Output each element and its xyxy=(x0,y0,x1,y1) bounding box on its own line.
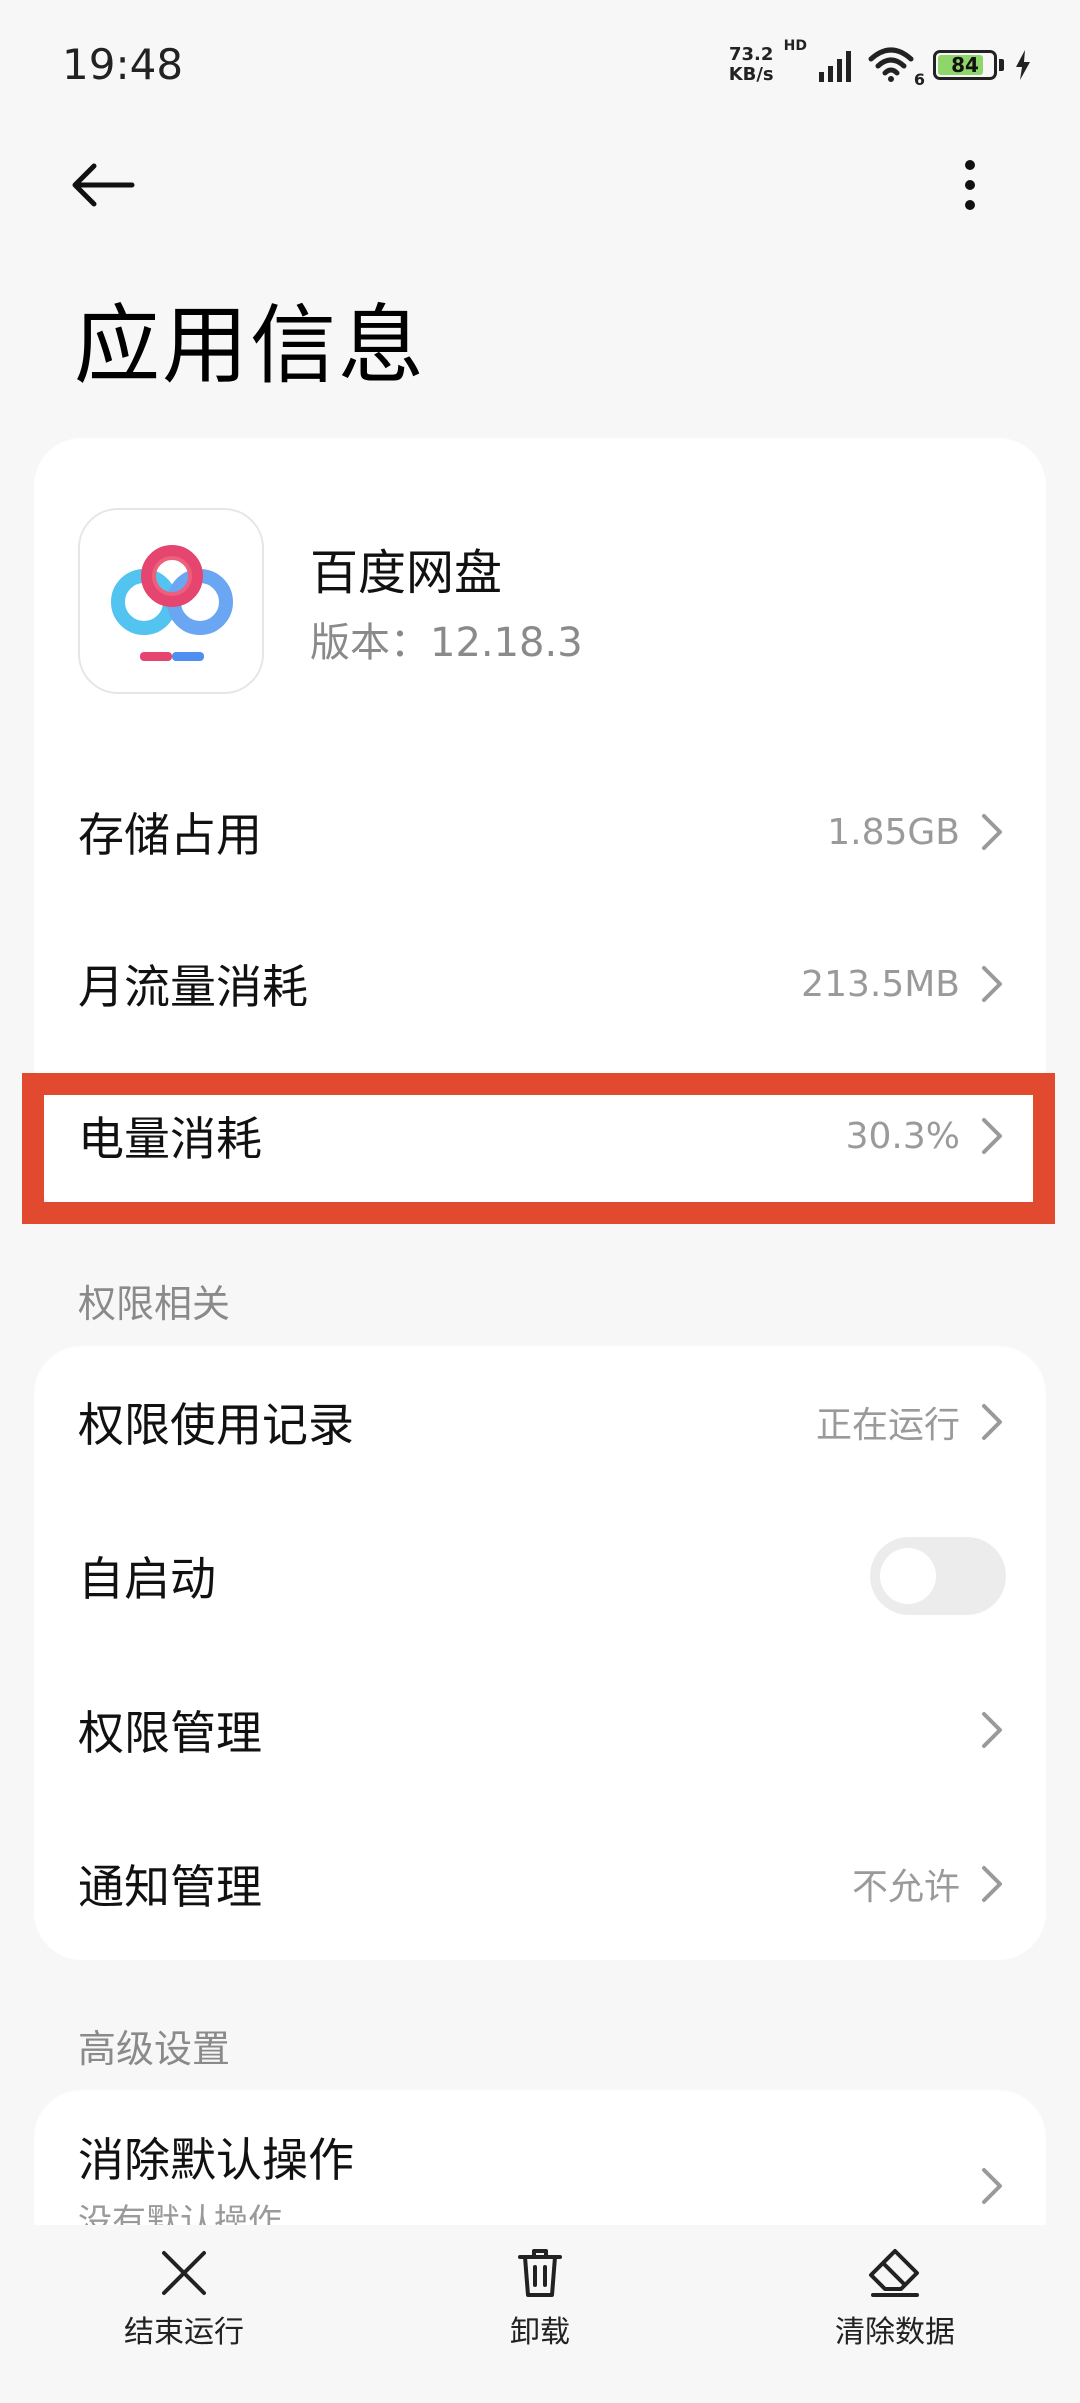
hd-label: HD xyxy=(783,38,807,54)
notification-manage-row[interactable]: 通知管理 不允许 xyxy=(34,1808,1046,1960)
chevron-right-icon xyxy=(982,1404,1002,1440)
uninstall-label: 卸载 xyxy=(510,2315,570,2350)
chevron-right-icon xyxy=(982,1118,1002,1154)
permission-usage-label: 权限使用记录 xyxy=(78,1398,354,1452)
close-icon xyxy=(162,2251,206,2295)
status-icons: 73.2 KB/s HD 6 84 xyxy=(729,38,1032,89)
advanced-section-title: 高级设置 xyxy=(78,2027,231,2071)
storage-label: 存储占用 xyxy=(78,808,262,862)
network-speed: 73.2 KB/s xyxy=(729,45,774,85)
app-name: 百度网盘 xyxy=(310,545,503,601)
page-title: 应用信息 xyxy=(74,296,426,396)
back-button[interactable] xyxy=(70,150,150,220)
wifi-icon: 6 xyxy=(867,45,925,89)
notification-manage-value: 不允许 xyxy=(851,1867,960,1908)
battery-usage-row[interactable]: 电量消耗 30.3% xyxy=(34,1060,1046,1212)
battery-icon: 84 xyxy=(933,50,997,80)
permission-manage-row[interactable]: 权限管理 xyxy=(34,1654,1046,1806)
notification-manage-label: 通知管理 xyxy=(78,1860,262,1914)
data-usage-value: 213.5MB xyxy=(801,963,960,1005)
back-arrow-icon xyxy=(72,163,135,207)
battery-cap xyxy=(999,59,1004,71)
clear-data-label: 清除数据 xyxy=(835,2315,955,2350)
data-usage-row[interactable]: 月流量消耗 213.5MB xyxy=(34,908,1046,1060)
permission-manage-label: 权限管理 xyxy=(78,1706,262,1760)
signal-icon xyxy=(819,51,851,82)
battery-usage-label: 电量消耗 xyxy=(78,1112,262,1166)
chevron-right-icon xyxy=(982,814,1002,850)
permission-usage-value: 正在运行 xyxy=(815,1405,960,1446)
wifi-standard-label: 6 xyxy=(913,70,925,89)
uninstall-button[interactable]: 卸载 xyxy=(430,2245,650,2351)
network-speed-unit: KB/s xyxy=(728,64,774,85)
autostart-label: 自启动 xyxy=(78,1552,216,1606)
network-speed-value: 73.2 xyxy=(728,44,774,65)
app-version: 版本：12.18.3 xyxy=(310,620,583,666)
data-usage-label: 月流量消耗 xyxy=(78,960,308,1014)
chevron-right-icon xyxy=(982,966,1002,1002)
autostart-row: 自启动 xyxy=(34,1500,1046,1652)
stop-running-label: 结束运行 xyxy=(124,2315,244,2350)
storage-value: 1.85GB xyxy=(827,811,960,853)
bottom-action-bar: 结束运行 卸载 清除数据 xyxy=(0,2225,1080,2403)
chevron-right-icon xyxy=(982,1712,1002,1748)
stop-running-button[interactable]: 结束运行 xyxy=(74,2245,294,2351)
trash-icon xyxy=(518,2249,562,2297)
permissions-card: 权限使用记录 正在运行 自启动 权限管理 通知管理 不允许 xyxy=(34,1346,1046,1960)
battery-usage-value: 30.3% xyxy=(845,1115,960,1157)
permissions-section-title: 权限相关 xyxy=(78,1282,231,1326)
permission-usage-row[interactable]: 权限使用记录 正在运行 xyxy=(34,1346,1046,1498)
autostart-toggle[interactable] xyxy=(870,1537,1006,1615)
battery-level: 84 xyxy=(951,53,979,77)
baidu-netdisk-logo-icon xyxy=(111,545,233,661)
storage-row[interactable]: 存储占用 1.85GB xyxy=(34,756,1046,908)
chevron-right-icon xyxy=(982,1866,1002,1902)
clear-default-label: 消除默认操作 xyxy=(78,2133,354,2187)
more-options-button[interactable] xyxy=(940,150,1000,220)
clear-data-button[interactable]: 清除数据 xyxy=(785,2245,1005,2351)
more-vertical-icon xyxy=(965,160,975,210)
toggle-knob xyxy=(880,1548,936,1604)
app-icon xyxy=(78,508,264,694)
eraser-icon xyxy=(869,2249,919,2297)
chevron-right-icon xyxy=(982,2168,1002,2204)
charging-icon xyxy=(1016,50,1030,80)
status-time: 19:48 xyxy=(62,40,184,89)
app-info-card: 百度网盘 版本：12.18.3 存储占用 1.85GB 月流量消耗 213.5M… xyxy=(34,438,1046,1216)
